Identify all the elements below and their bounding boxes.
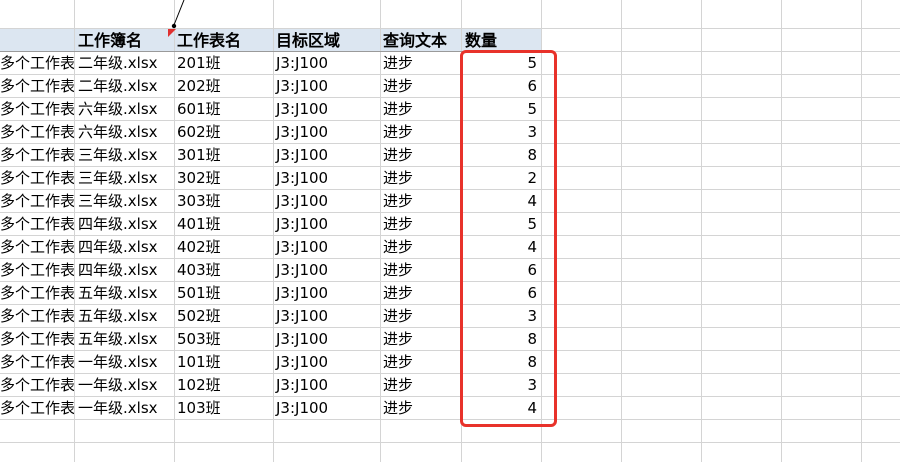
cell-query-text[interactable]: 进步 [381, 144, 461, 167]
cell-worksheet-name[interactable]: 202班 [175, 75, 273, 98]
cell-worksheet-name[interactable]: 403班 [175, 259, 273, 282]
cell-workbook-name[interactable]: 二年级.xlsx [76, 75, 174, 98]
cell-source-name[interactable]: 多个工作表 [0, 144, 74, 167]
cell-target-range[interactable]: J3:J100 [274, 328, 380, 351]
cell-query-text[interactable]: 进步 [381, 52, 461, 75]
cell-query-text[interactable]: 进步 [381, 167, 461, 190]
cell-target-range[interactable]: J3:J100 [274, 190, 380, 213]
cell-query-text[interactable]: 进步 [381, 213, 461, 236]
cell-worksheet-name[interactable]: 501班 [175, 282, 273, 305]
cell-query-text[interactable]: 进步 [381, 374, 461, 397]
column-gridline [861, 0, 862, 462]
cell-target-range[interactable]: J3:J100 [274, 236, 380, 259]
cell-workbook-name[interactable]: 一年级.xlsx [76, 374, 174, 397]
cell-target-range[interactable]: J3:J100 [274, 374, 380, 397]
cell-query-text[interactable]: 进步 [381, 121, 461, 144]
cell-query-text[interactable]: 进步 [381, 190, 461, 213]
cell-workbook-name[interactable]: 五年级.xlsx [76, 282, 174, 305]
header-cell-target-range[interactable]: 目标区域 [274, 29, 380, 51]
cell-source-name[interactable]: 多个工作表 [0, 190, 74, 213]
cell-target-range[interactable]: J3:J100 [274, 351, 380, 374]
cell-source-name[interactable]: 多个工作表 [0, 121, 74, 144]
column-gridline [701, 0, 702, 462]
header-cell-query-text[interactable]: 查询文本 [381, 29, 461, 51]
cell-target-range[interactable]: J3:J100 [274, 75, 380, 98]
column-gridline [621, 0, 622, 462]
cell-worksheet-name[interactable]: 402班 [175, 236, 273, 259]
cell-source-name[interactable]: 多个工作表 [0, 282, 74, 305]
cell-source-name[interactable]: 多个工作表 [0, 305, 74, 328]
cell-worksheet-name[interactable]: 503班 [175, 328, 273, 351]
cell-target-range[interactable]: J3:J100 [274, 167, 380, 190]
cell-query-text[interactable]: 进步 [381, 328, 461, 351]
cell-worksheet-name[interactable]: 303班 [175, 190, 273, 213]
cell-target-range[interactable]: J3:J100 [274, 121, 380, 144]
cell-workbook-name[interactable]: 五年级.xlsx [76, 305, 174, 328]
cell-workbook-name[interactable]: 三年级.xlsx [76, 190, 174, 213]
cell-source-name[interactable]: 多个工作表 [0, 75, 74, 98]
row-gridline [0, 442, 900, 443]
cell-source-name[interactable]: 多个工作表 [0, 167, 74, 190]
cell-source-name[interactable]: 多个工作表 [0, 98, 74, 121]
cell-worksheet-name[interactable]: 502班 [175, 305, 273, 328]
cell-query-text[interactable]: 进步 [381, 282, 461, 305]
cell-query-text[interactable]: 进步 [381, 305, 461, 328]
cell-target-range[interactable]: J3:J100 [274, 98, 380, 121]
cell-source-name[interactable]: 多个工作表 [0, 328, 74, 351]
column-gridline [781, 0, 782, 462]
cell-workbook-name[interactable]: 三年级.xlsx [76, 167, 174, 190]
cell-source-name[interactable]: 多个工作表 [0, 52, 74, 75]
cell-workbook-name[interactable]: 一年级.xlsx [76, 397, 174, 420]
cell-query-text[interactable]: 进步 [381, 259, 461, 282]
cell-target-range[interactable]: J3:J100 [274, 213, 380, 236]
cell-target-range[interactable]: J3:J100 [274, 52, 380, 75]
cell-worksheet-name[interactable]: 301班 [175, 144, 273, 167]
comment-connector-arrow [171, 0, 185, 29]
cell-worksheet-name[interactable]: 601班 [175, 98, 273, 121]
cell-worksheet-name[interactable]: 103班 [175, 397, 273, 420]
cell-query-text[interactable]: 进步 [381, 351, 461, 374]
cell-worksheet-name[interactable]: 201班 [175, 52, 273, 75]
cell-workbook-name[interactable]: 四年级.xlsx [76, 213, 174, 236]
cell-target-range[interactable]: J3:J100 [274, 397, 380, 420]
cell-source-name[interactable]: 多个工作表 [0, 259, 74, 282]
cell-source-name[interactable]: 多个工作表 [0, 236, 74, 259]
cell-worksheet-name[interactable]: 602班 [175, 121, 273, 144]
cell-worksheet-name[interactable]: 101班 [175, 351, 273, 374]
cell-query-text[interactable]: 进步 [381, 397, 461, 420]
cell-target-range[interactable]: J3:J100 [274, 259, 380, 282]
cell-workbook-name[interactable]: 六年级.xlsx [76, 98, 174, 121]
cell-source-name[interactable]: 多个工作表 [0, 213, 74, 236]
column-gridline [74, 0, 75, 462]
cell-workbook-name[interactable]: 一年级.xlsx [76, 351, 174, 374]
cell-target-range[interactable]: J3:J100 [274, 144, 380, 167]
cell-source-name[interactable]: 多个工作表 [0, 351, 74, 374]
cell-source-name[interactable]: 多个工作表 [0, 397, 74, 420]
header-cell-count[interactable]: 数量 [463, 29, 541, 51]
cell-worksheet-name[interactable]: 302班 [175, 167, 273, 190]
cell-workbook-name[interactable]: 四年级.xlsx [76, 259, 174, 282]
cell-workbook-name[interactable]: 五年级.xlsx [76, 328, 174, 351]
cell-source-name[interactable]: 多个工作表 [0, 374, 74, 397]
spreadsheet-grid: 工作簿名 工作表名 目标区域 查询文本 数量 多个工作表 二年级.xlsx 201班… [0, 0, 900, 462]
cell-target-range[interactable]: J3:J100 [274, 282, 380, 305]
cell-workbook-name[interactable]: 三年级.xlsx [76, 144, 174, 167]
cell-query-text[interactable]: 进步 [381, 75, 461, 98]
cell-workbook-name[interactable]: 六年级.xlsx [76, 121, 174, 144]
header-cell-worksheet[interactable]: 工作表名 [175, 29, 273, 51]
cell-query-text[interactable]: 进步 [381, 236, 461, 259]
cell-workbook-name[interactable]: 二年级.xlsx [76, 52, 174, 75]
cell-workbook-name[interactable]: 四年级.xlsx [76, 236, 174, 259]
count-column-highlight-box [460, 50, 557, 427]
header-cell-workbook[interactable]: 工作簿名 [76, 29, 174, 51]
cell-query-text[interactable]: 进步 [381, 98, 461, 121]
cell-target-range[interactable]: J3:J100 [274, 305, 380, 328]
cell-worksheet-name[interactable]: 401班 [175, 213, 273, 236]
cell-worksheet-name[interactable]: 102班 [175, 374, 273, 397]
